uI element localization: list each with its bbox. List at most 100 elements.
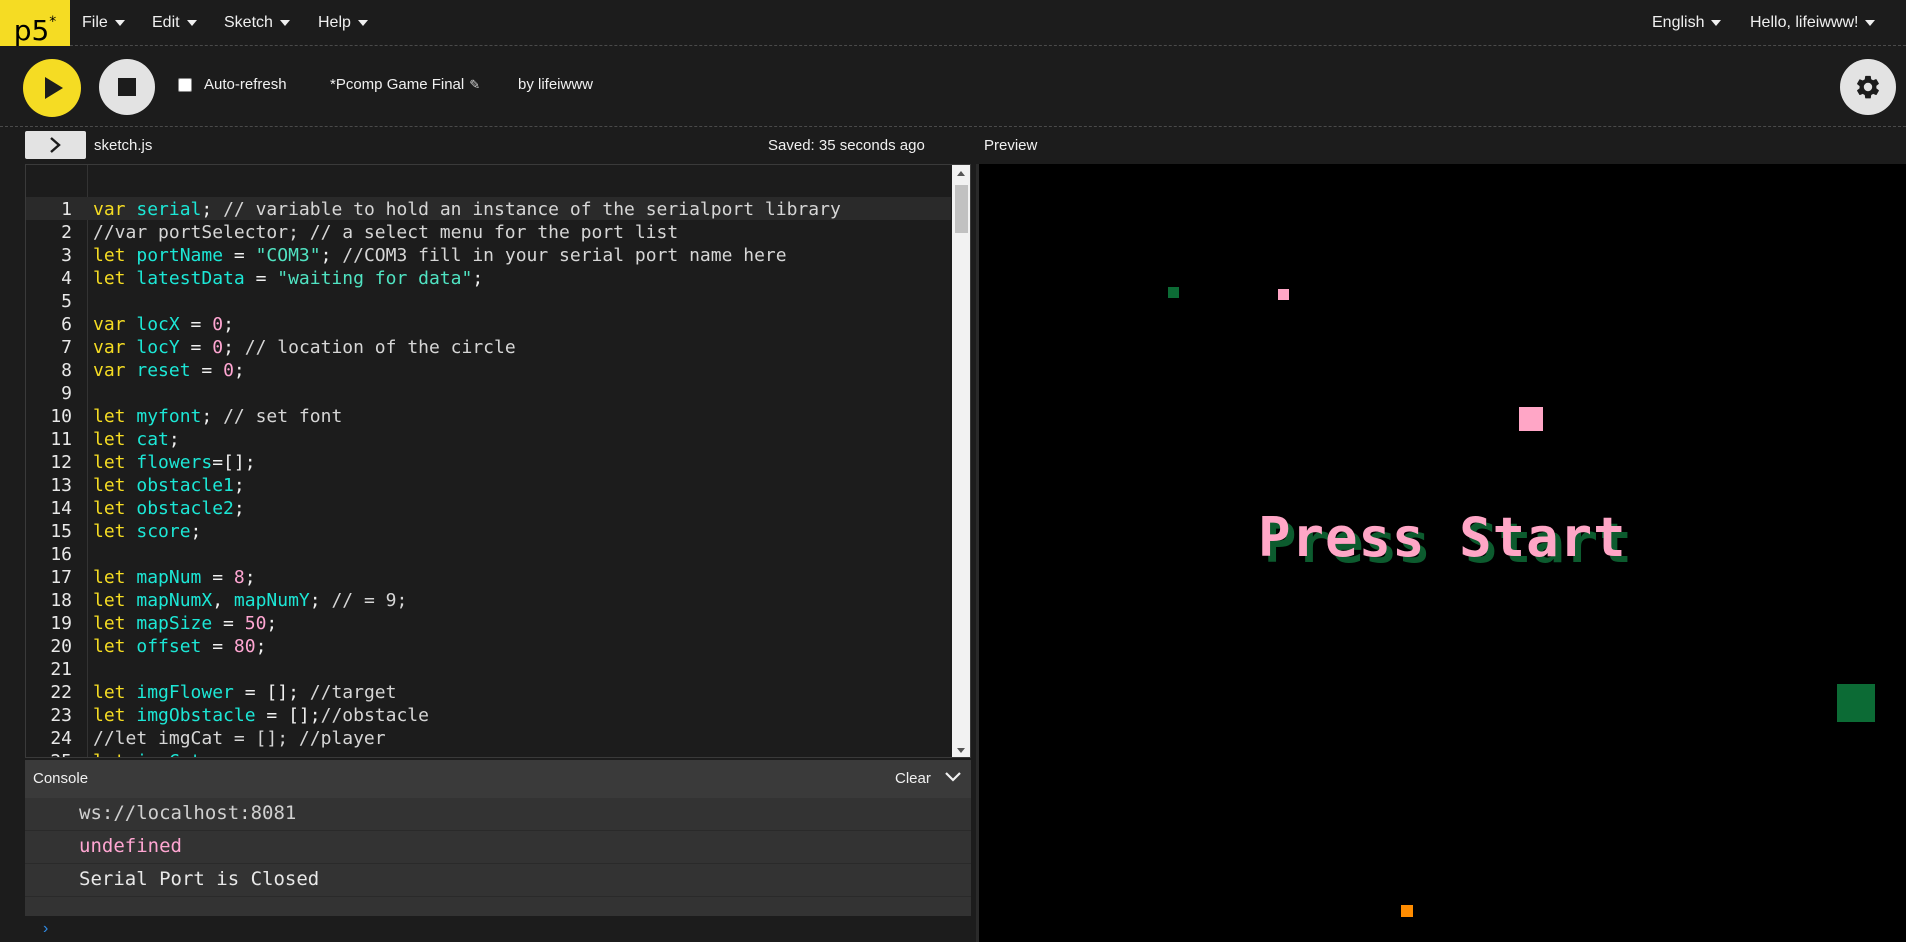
code-line[interactable]: 14 let obstacle2; (26, 497, 951, 520)
line-number: 19 (50, 613, 72, 634)
menu-sketch[interactable]: Sketch (224, 0, 290, 46)
console-collapse-button[interactable] (945, 770, 961, 788)
saved-status: Saved: 35 seconds ago (768, 137, 925, 154)
line-number: 15 (50, 521, 72, 542)
code-text[interactable]: let obstacle2; (93, 497, 245, 520)
scroll-down-icon[interactable] (957, 748, 965, 753)
code-text[interactable]: let latestData = "waiting for data"; (93, 267, 483, 290)
code-text[interactable]: let imgObstacle = [];//obstacle (93, 704, 429, 727)
line-number: 18 (50, 590, 72, 611)
line-number: 5 (61, 291, 72, 312)
code-text[interactable]: let offset = 80; (93, 635, 266, 658)
code-line[interactable]: 3 let portName = "COM3"; //COM3 fill in y… (26, 244, 951, 267)
code-line[interactable]: 19 let mapSize = 50; (26, 612, 951, 635)
line-number: 2 (61, 222, 72, 243)
code-line[interactable]: 24 //let imgCat = []; //player (26, 727, 951, 750)
console-title: Console (33, 770, 89, 787)
console-prompt-icon: › (43, 920, 49, 937)
menu-help[interactable]: Help (318, 0, 368, 46)
code-line[interactable]: 5 (26, 290, 951, 313)
code-text[interactable]: let cat; (93, 428, 180, 451)
code-text[interactable]: let portName = "COM3"; //COM3 fill in yo… (93, 244, 787, 267)
code-line[interactable]: 6 var locX = 0; (26, 313, 951, 336)
code-text[interactable]: //var portSelector; // a select menu for… (93, 221, 678, 244)
code-line[interactable]: 1 var serial; // variable to hold an inst… (26, 198, 951, 221)
code-line[interactable]: 22 let imgFlower = []; //target (26, 681, 951, 704)
code-text[interactable]: var locX = 0; (93, 313, 234, 336)
code-text[interactable]: let score; (93, 520, 201, 543)
code-text[interactable]: let flowers=[]; (93, 451, 256, 474)
pink-square (1278, 289, 1289, 300)
code-line[interactable]: 25 let imgCat; (26, 750, 951, 757)
console-message: ws://localhost:8081 (25, 798, 971, 831)
line-number: 12 (50, 452, 72, 473)
chevron-right-icon (50, 137, 61, 153)
code-line[interactable]: 2 //var portSelector; // a select menu fo… (26, 221, 951, 244)
settings-button[interactable] (1840, 59, 1896, 115)
pencil-icon[interactable]: ✎ (469, 77, 480, 93)
code-line[interactable]: 18 let mapNumX, mapNumY; // = 9; (26, 589, 951, 612)
code-line[interactable]: 8 var reset = 0; (26, 359, 951, 382)
code-line[interactable]: 16 (26, 543, 951, 566)
code-line[interactable]: 15 let score; (26, 520, 951, 543)
play-button[interactable] (23, 59, 81, 117)
console-message: Serial Port is Closed (25, 864, 971, 897)
code-text[interactable]: //let imgCat = []; //player (93, 727, 386, 750)
stop-button[interactable] (99, 59, 155, 115)
stop-icon (118, 78, 136, 96)
code-text[interactable]: let myfont; // set font (93, 405, 342, 428)
language-menu[interactable]: English (1652, 0, 1722, 46)
code-text[interactable]: let mapNum = 8; (93, 566, 256, 589)
p5-logo[interactable]: p5* (0, 0, 70, 47)
line-number: 6 (61, 314, 72, 335)
code-line[interactable]: 21 (26, 658, 951, 681)
code-text[interactable]: var reset = 0; (93, 359, 245, 382)
line-number: 25 (26, 750, 72, 757)
code-line[interactable]: 9 (26, 382, 951, 405)
code-line[interactable]: 10 let myfont; // set font (26, 405, 951, 428)
code-editor[interactable]: 1 var serial; // variable to hold an inst… (25, 164, 971, 758)
code-line[interactable]: 7 var locY = 0; // location of the circle (26, 336, 951, 359)
menu-file[interactable]: File (82, 0, 125, 46)
expand-sidebar-button[interactable] (25, 131, 86, 159)
line-number: 14 (50, 498, 72, 519)
user-menu[interactable]: Hello, lifeiwww! (1750, 0, 1876, 46)
code-text[interactable]: let mapSize = 50; (93, 612, 277, 635)
code-line[interactable]: 17 let mapNum = 8; (26, 566, 951, 589)
code-line[interactable]: 13 let obstacle1; (26, 474, 951, 497)
console-message: undefined (25, 831, 971, 864)
preview-label: Preview (984, 137, 1038, 154)
sketch-title[interactable]: *Pcomp Game Final ✎ (330, 76, 480, 93)
line-number: 13 (50, 475, 72, 496)
line-number: 11 (50, 429, 72, 450)
sketch-owner[interactable]: by lifeiwww (518, 76, 593, 93)
chevron-down-icon (114, 20, 125, 26)
line-number: 8 (61, 360, 72, 381)
code-line[interactable]: 12 let flowers=[]; (26, 451, 951, 474)
code-text[interactable]: let imgCat; (93, 750, 212, 757)
code-line[interactable]: 11 let cat; (26, 428, 951, 451)
console-clear-button[interactable]: Clear (895, 770, 931, 787)
chevron-down-icon (279, 20, 290, 26)
code-line[interactable]: 4 let latestData = "waiting for data"; (26, 267, 951, 290)
code-text[interactable]: let imgFlower = []; //target (93, 681, 396, 704)
code-text[interactable]: var locY = 0; // location of the circle (93, 336, 516, 359)
code-text[interactable]: let mapNumX, mapNumY; // = 9; (93, 589, 407, 612)
code-text[interactable]: let obstacle1; (93, 474, 245, 497)
line-number: 1 (61, 199, 72, 220)
chevron-down-icon (1865, 20, 1876, 26)
code-text[interactable]: var serial; // variable to hold an insta… (93, 198, 841, 221)
auto-refresh-checkbox[interactable] (178, 77, 192, 92)
scroll-up-icon[interactable] (957, 171, 965, 176)
code-line[interactable]: 23 let imgObstacle = [];//obstacle (26, 704, 951, 727)
console-message-text: Serial Port is Closed (79, 868, 320, 890)
line-number: 10 (50, 406, 72, 427)
code-line[interactable]: 20 let offset = 80; (26, 635, 951, 658)
play-icon (45, 77, 63, 99)
editor-scrollbar[interactable] (952, 165, 970, 757)
scrollbar-thumb[interactable] (955, 185, 968, 233)
console-input[interactable]: › (25, 918, 971, 942)
menu-edit[interactable]: Edit (152, 0, 197, 46)
console-header: Console Clear (25, 760, 971, 798)
line-number: 16 (50, 544, 72, 565)
